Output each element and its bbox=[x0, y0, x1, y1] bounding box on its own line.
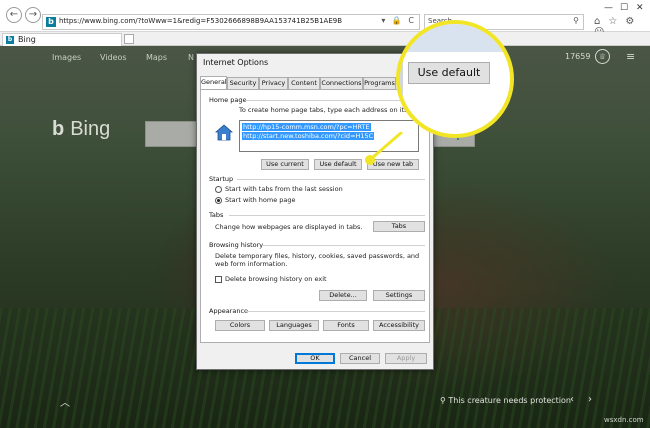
radio-last-session-label[interactable]: Start with tabs from the last session bbox=[225, 185, 343, 193]
address-url[interactable]: https://www.bing.com/?toWww=1&redig=F530… bbox=[59, 17, 342, 25]
tab-security[interactable]: Security bbox=[227, 77, 259, 89]
use-current-button[interactable]: Use current bbox=[261, 159, 309, 170]
tab-programs[interactable]: Programs bbox=[363, 77, 396, 89]
home-page-url-2: http://start.new.toshiba.com/?cid=H15C bbox=[242, 132, 375, 140]
nav-maps[interactable]: Maps bbox=[146, 53, 167, 62]
tab-bing[interactable]: b Bing bbox=[2, 33, 122, 46]
bing-logo-text: Bing bbox=[70, 118, 111, 140]
callout-pointer bbox=[365, 132, 403, 165]
tabs-label: Tabs bbox=[209, 211, 224, 219]
back-button[interactable]: ← bbox=[6, 7, 22, 23]
settings-button[interactable]: Settings bbox=[373, 290, 425, 301]
trophy-icon[interactable]: ♕ bbox=[595, 49, 610, 64]
nav-images[interactable]: Images bbox=[52, 53, 81, 62]
bing-favicon-icon: b bbox=[46, 17, 56, 27]
nav-news[interactable]: N bbox=[188, 53, 194, 62]
radio-home-page-label[interactable]: Start with home page bbox=[225, 196, 296, 204]
accessibility-button[interactable]: Accessibility bbox=[373, 320, 425, 331]
tabs-description: Change how webpages are displayed in tab… bbox=[215, 223, 363, 231]
languages-button[interactable]: Languages bbox=[269, 320, 319, 331]
rewards-count[interactable]: 17659 bbox=[565, 52, 590, 61]
hamburger-menu-icon[interactable]: ≡ bbox=[626, 50, 635, 63]
new-tab-button[interactable] bbox=[124, 34, 134, 44]
tab-bar: b Bing bbox=[0, 32, 650, 46]
radio-home-page[interactable] bbox=[215, 197, 222, 204]
apply-button[interactable]: Apply bbox=[385, 353, 427, 364]
address-bar[interactable]: b https://www.bing.com/?toWww=1&redig=F5… bbox=[42, 14, 420, 30]
forward-arrow-icon: → bbox=[28, 9, 38, 20]
home-page-label: Home page bbox=[209, 96, 247, 104]
home-page-icon bbox=[215, 124, 233, 141]
search-icon[interactable]: ⚲ bbox=[573, 16, 579, 25]
zoom-callout: Use default bbox=[396, 20, 514, 138]
fonts-button[interactable]: Fonts bbox=[323, 320, 369, 331]
chevron-up-icon[interactable]: ︿ bbox=[60, 394, 70, 409]
caption-text: This creature needs protection bbox=[448, 396, 571, 405]
divider bbox=[237, 179, 425, 180]
bing-tab-icon: b bbox=[6, 36, 14, 44]
tab-title: Bing bbox=[18, 35, 36, 44]
appearance-label: Appearance bbox=[209, 307, 249, 315]
divider bbox=[263, 245, 425, 246]
close-window-icon[interactable]: ✕ bbox=[636, 3, 644, 13]
tab-content[interactable]: Content bbox=[288, 77, 320, 89]
ok-button[interactable]: OK bbox=[295, 353, 335, 364]
image-caption[interactable]: ⚲ This creature needs protection bbox=[440, 396, 571, 405]
browsing-history-label: Browsing history bbox=[209, 241, 264, 249]
nav-videos[interactable]: Videos bbox=[100, 53, 127, 62]
bing-logo: b Bing bbox=[52, 118, 110, 141]
zoomed-use-default-button[interactable]: Use default bbox=[408, 62, 490, 84]
dialog-title: Internet Options bbox=[203, 58, 269, 67]
browsing-history-description: Delete temporary files, history, cookies… bbox=[215, 252, 420, 268]
zoom-header bbox=[400, 24, 510, 52]
internet-options-dialog: Internet Options General Security Privac… bbox=[196, 53, 434, 370]
delete-on-exit-checkbox[interactable] bbox=[215, 276, 222, 283]
divider bbox=[245, 311, 425, 312]
zoom-edge bbox=[400, 52, 403, 134]
forward-button[interactable]: → bbox=[25, 7, 41, 23]
watermark: wsxdn.com bbox=[604, 416, 644, 424]
delete-on-exit-label[interactable]: Delete browsing history on exit bbox=[225, 275, 327, 283]
tabs-button[interactable]: Tabs bbox=[373, 221, 425, 232]
colors-button[interactable]: Colors bbox=[215, 320, 265, 331]
maximize-icon[interactable]: ☐ bbox=[620, 3, 628, 13]
startup-label: Startup bbox=[209, 175, 234, 183]
cancel-button[interactable]: Cancel bbox=[340, 353, 380, 364]
tab-privacy[interactable]: Privacy bbox=[259, 77, 288, 89]
general-tab-panel: Home page To create home page tabs, type… bbox=[200, 89, 430, 343]
use-default-button[interactable]: Use default bbox=[314, 159, 362, 170]
tab-general[interactable]: General bbox=[200, 76, 227, 89]
minimize-icon[interactable]: — bbox=[604, 3, 613, 13]
browser-titlebar: ← → b https://www.bing.com/?toWww=1&redi… bbox=[0, 0, 650, 38]
home-page-url-1: http://hp15-comm.msn.com/?pc=HRTE bbox=[242, 123, 371, 131]
divider bbox=[229, 215, 425, 216]
tab-connections[interactable]: Connections bbox=[320, 77, 363, 89]
bing-logo-icon: b bbox=[52, 118, 65, 140]
delete-button[interactable]: Delete... bbox=[319, 290, 367, 301]
radio-last-session[interactable] bbox=[215, 186, 222, 193]
image-nav-arrows[interactable]: ‹› bbox=[570, 394, 606, 405]
back-arrow-icon: ← bbox=[9, 9, 19, 20]
divider bbox=[245, 100, 425, 101]
